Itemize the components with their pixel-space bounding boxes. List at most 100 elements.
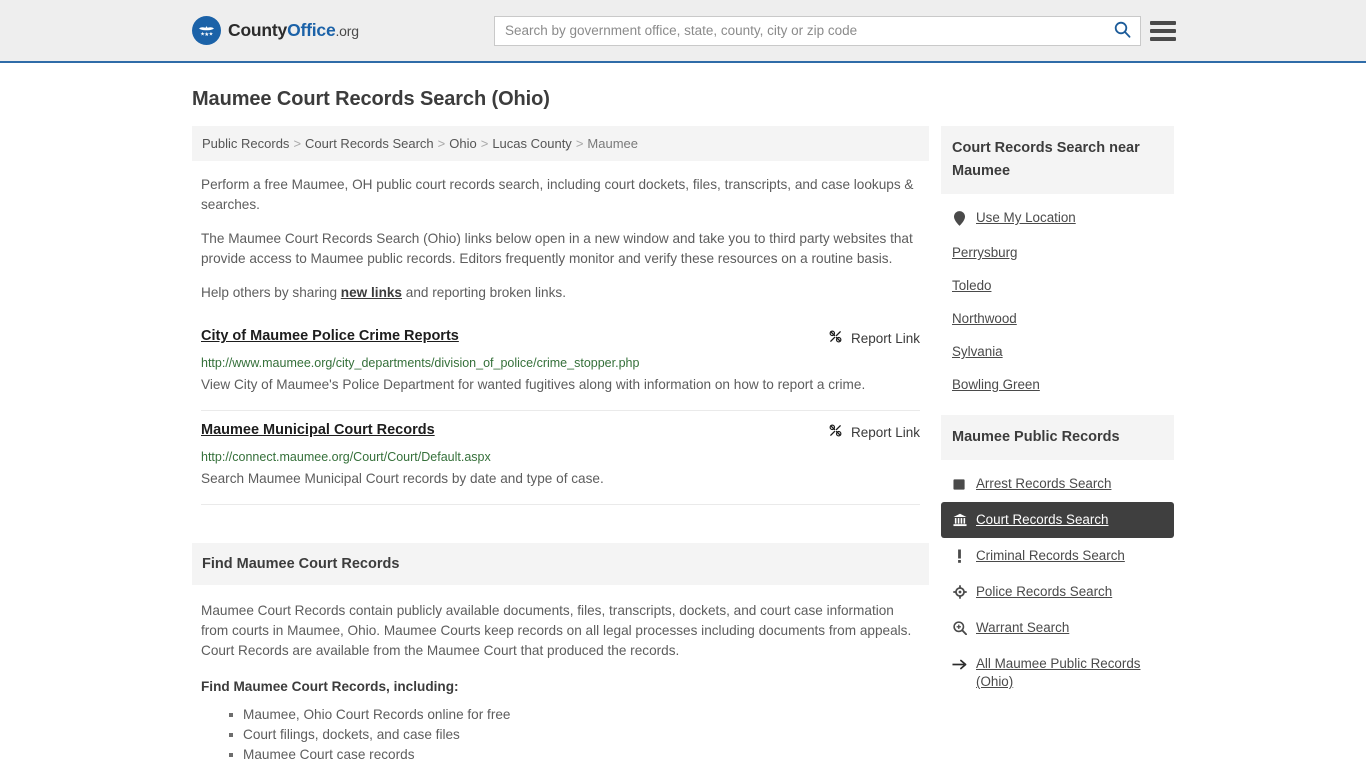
- public-records-header: Maumee Public Records: [941, 415, 1174, 460]
- breadcrumb-separator: >: [480, 136, 489, 151]
- sidebar-city-label: Toledo: [952, 278, 992, 293]
- magnifier-plus-icon: [952, 620, 967, 636]
- sidebar-item-label: Warrant Search: [976, 620, 1070, 635]
- intro-paragraph-3: Help others by sharing new links and rep…: [201, 283, 920, 303]
- sidebar-item-label: All Maumee Public Records (Ohio): [976, 656, 1141, 689]
- sidebar-item-label: Court Records Search: [976, 512, 1109, 527]
- breadcrumb-separator: >: [293, 136, 302, 151]
- logo-tld: .org: [335, 23, 359, 39]
- use-my-location-label: Use My Location: [976, 210, 1076, 225]
- result-title-link[interactable]: Maumee Municipal Court Records: [201, 422, 435, 438]
- crosshair-icon: [952, 584, 967, 600]
- sidebar-item-court-records-search[interactable]: Court Records Search: [941, 502, 1174, 538]
- courthouse-icon: [952, 512, 967, 528]
- site-logo[interactable]: ★ ★ ★ CountyOffice.org: [192, 16, 359, 45]
- broken-link-icon: [828, 423, 843, 441]
- sidebar-item-label: Arrest Records Search: [976, 476, 1112, 491]
- eagle-seal-icon: ★ ★ ★: [192, 16, 221, 45]
- report-link-label: Report Link: [850, 424, 920, 440]
- hamburger-bar: [1150, 36, 1176, 41]
- site-header: ★ ★ ★ CountyOffice.org: [0, 0, 1366, 63]
- sidebar-item-all-public-records[interactable]: All Maumee Public Records (Ohio): [941, 646, 1174, 700]
- sidebar-item-arrest-records-search[interactable]: Arrest Records Search: [941, 466, 1174, 502]
- sidebar-city-label: Bowling Green: [952, 377, 1040, 392]
- find-records-section: Find Maumee Court Records Maumee Court R…: [192, 543, 929, 765]
- square-badge-icon: [952, 476, 967, 492]
- result-description: Search Maumee Municipal Court records by…: [201, 471, 604, 486]
- sidebar-city-toledo[interactable]: Toledo: [941, 269, 1174, 302]
- intro-p3-before: Help others by sharing: [201, 285, 341, 300]
- sidebar-city-label: Northwood: [952, 311, 1017, 326]
- result-item: City of Maumee Police Crime Reports Repo…: [201, 317, 920, 411]
- list-item: Court filings, dockets, and case files: [229, 725, 920, 745]
- sidebar-item-label: Criminal Records Search: [976, 548, 1125, 563]
- intro-p3-after: and reporting broken links.: [402, 285, 566, 300]
- breadcrumb-separator: >: [575, 136, 584, 151]
- report-link-button[interactable]: Report Link: [828, 328, 920, 347]
- list-item: Maumee, Ohio Court Records online for fr…: [229, 705, 920, 725]
- result-description: View City of Maumee's Police Department …: [201, 377, 866, 392]
- sidebar-city-label: Perrysburg: [952, 245, 1018, 260]
- map-pin-icon: [952, 210, 967, 226]
- result-item: Maumee Municipal Court Records Report Li…: [201, 411, 920, 505]
- results-list: City of Maumee Police Crime Reports Repo…: [192, 317, 929, 505]
- intro-paragraph-1: Perform a free Maumee, OH public court r…: [201, 177, 914, 212]
- breadcrumb-item-lucas-county[interactable]: Lucas County: [492, 136, 572, 151]
- sidebar-item-warrant-search[interactable]: Warrant Search: [941, 610, 1174, 646]
- logo-county: County: [228, 20, 288, 40]
- arrow-right-icon: [952, 656, 967, 672]
- intro-text: Perform a free Maumee, OH public court r…: [192, 175, 929, 303]
- new-links-link[interactable]: new links: [341, 285, 402, 300]
- result-url: http://connect.maumee.org/Court/Court/De…: [201, 450, 491, 464]
- intro-paragraph-2: The Maumee Court Records Search (Ohio) l…: [201, 231, 913, 266]
- hamburger-bar: [1150, 28, 1176, 33]
- nearby-search-list: Use My Location Perrysburg Toledo Northw…: [941, 194, 1174, 407]
- hamburger-menu-icon[interactable]: [1150, 20, 1176, 41]
- content-columns: Public Records > Court Records Search > Ohio…: [192, 126, 1174, 765]
- main-column: Public Records > Court Records Search > Ohio…: [192, 126, 929, 765]
- public-records-list: Arrest Records Search Court Records Sear…: [941, 460, 1174, 706]
- find-records-body: Maumee Court Records contain publicly av…: [192, 601, 929, 765]
- exclamation-icon: [952, 548, 967, 564]
- page-title: Maumee Court Records Search (Ohio): [192, 88, 550, 110]
- result-url: http://www.maumee.org/city_departments/d…: [201, 356, 640, 370]
- find-records-paragraph: Maumee Court Records contain publicly av…: [201, 603, 912, 658]
- nearby-search-panel: Court Records Search near Maumee Use My …: [941, 126, 1174, 407]
- breadcrumb-item-maumee: Maumee: [587, 136, 638, 151]
- hamburger-bar: [1150, 20, 1176, 25]
- breadcrumb-separator: >: [437, 136, 446, 151]
- sidebar-item-label: Police Records Search: [976, 584, 1113, 599]
- search-button[interactable]: [1104, 17, 1140, 45]
- sidebar-item-criminal-records-search[interactable]: Criminal Records Search: [941, 538, 1174, 574]
- result-header: City of Maumee Police Crime Reports Repo…: [201, 328, 920, 347]
- sidebar-city-bowling-green[interactable]: Bowling Green: [941, 368, 1174, 401]
- search-bar[interactable]: [494, 15, 1141, 46]
- report-link-label: Report Link: [850, 330, 920, 346]
- find-records-header: Find Maumee Court Records: [192, 543, 929, 585]
- sidebar: Court Records Search near Maumee Use My …: [941, 126, 1174, 765]
- search-icon: [1114, 21, 1131, 41]
- breadcrumb-item-court-records-search[interactable]: Court Records Search: [305, 136, 434, 151]
- use-my-location-item[interactable]: Use My Location: [941, 200, 1174, 236]
- find-records-list: Maumee, Ohio Court Records online for fr…: [201, 705, 920, 765]
- breadcrumb-item-ohio[interactable]: Ohio: [449, 136, 476, 151]
- sidebar-city-northwood[interactable]: Northwood: [941, 302, 1174, 335]
- breadcrumb-item-public-records[interactable]: Public Records: [202, 136, 289, 151]
- logo-office: Office: [287, 20, 336, 40]
- public-records-panel: Maumee Public Records Arrest Records Sea…: [941, 415, 1174, 706]
- sidebar-item-police-records-search[interactable]: Police Records Search: [941, 574, 1174, 610]
- nearby-search-header: Court Records Search near Maumee: [941, 126, 1174, 194]
- page-container: Maumee Court Records Search (Ohio) Publi…: [0, 88, 1366, 765]
- search-input[interactable]: [495, 16, 1104, 45]
- list-item: Maumee Court case records: [229, 745, 920, 765]
- result-header: Maumee Municipal Court Records Report Li…: [201, 422, 920, 441]
- svg-text:★: ★: [209, 32, 214, 38]
- result-title-link[interactable]: City of Maumee Police Crime Reports: [201, 328, 459, 344]
- report-link-button[interactable]: Report Link: [828, 422, 920, 441]
- logo-wordmark: CountyOffice.org: [228, 20, 359, 41]
- sidebar-city-perrysburg[interactable]: Perrysburg: [941, 236, 1174, 269]
- sidebar-city-sylvania[interactable]: Sylvania: [941, 335, 1174, 368]
- breadcrumb: Public Records > Court Records Search > Ohio…: [192, 126, 929, 161]
- broken-link-icon: [828, 329, 843, 347]
- find-records-list-title: Find Maumee Court Records, including:: [201, 679, 459, 694]
